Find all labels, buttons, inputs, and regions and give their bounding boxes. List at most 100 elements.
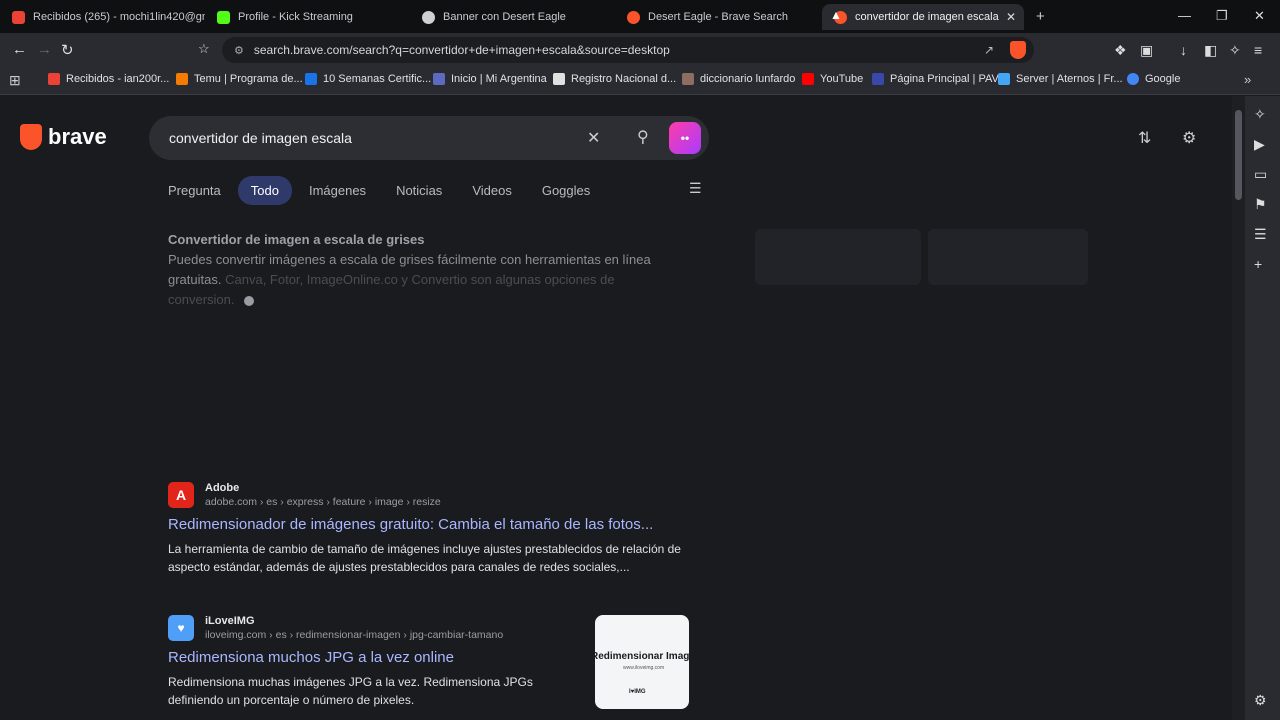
bookmark-item[interactable]: Server | Aternos | Fr... — [998, 73, 1123, 85]
bookmark-label: Página Principal | PAV — [890, 73, 999, 85]
thumbnail-site: www.iloveimg.com — [623, 665, 665, 671]
bookmark-item[interactable]: Inicio | Mi Argentina — [433, 73, 547, 85]
tab-title: Profile - Kick Streaming — [238, 11, 353, 23]
result-description: La herramienta de cambio de tamaño de im… — [168, 542, 681, 574]
tab-goggles[interactable]: Goggles — [542, 183, 590, 198]
bookmark-item[interactable]: Temu | Programa de... — [176, 73, 303, 85]
search-tabs: Pregunta Todo Imágenes Noticias Videos G… — [168, 175, 620, 205]
apps-grid-icon[interactable]: ⊞ — [9, 72, 21, 89]
iloveimg-icon: ♥ — [168, 615, 194, 641]
bookmark-icon[interactable]: ☆ — [198, 41, 210, 57]
address-bar[interactable]: ⚙ search.brave.com/search?q=convertidor+… — [222, 37, 1034, 63]
download-icon[interactable]: ↓ — [1180, 42, 1187, 58]
bookmark-item[interactable]: Página Principal | PAV — [872, 73, 999, 85]
search-query: convertidor de imagen escala — [169, 130, 352, 146]
search-page: brave convertidor de imagen escala ✕ ⚲ •… — [0, 96, 1230, 720]
reading-list-icon[interactable]: ☰ — [1254, 226, 1267, 243]
loading-placeholder — [755, 229, 921, 285]
adobe-icon: A — [168, 482, 194, 508]
result-url[interactable]: iloveimg.com › es › redimensionar-imagen… — [205, 629, 503, 641]
tab-title: convertidor de imagen escala - B — [855, 11, 1000, 23]
chatgpt-icon — [422, 10, 435, 24]
close-window-icon[interactable]: ✕ — [1254, 8, 1265, 24]
bookmarks-panel-icon[interactable]: ⚑ — [1254, 196, 1267, 213]
bookmark-item[interactable]: diccionario lunfardo — [682, 73, 795, 85]
brave-sidebar: ✧ ▶ ▭ ⚑ ☰ + ⚙ — [1245, 96, 1280, 720]
browser-tab[interactable]: Banner con Desert Eagle — [410, 4, 615, 30]
result-description: Redimensiona muchas imágenes JPG a la ve… — [168, 675, 533, 707]
result-thumbnail[interactable]: Redimensionar Imagen www.iloveimg.com I♥… — [595, 615, 689, 709]
youtube-icon — [802, 73, 814, 85]
browser-tab[interactable]: Recibidos (265) - mochi1lin420@gm — [0, 4, 205, 30]
url-text: search.brave.com/search?q=convertidor+de… — [253, 43, 670, 57]
result-url[interactable]: adobe.com › es › express › feature › ima… — [205, 496, 441, 508]
minimize-icon[interactable]: — — [1178, 8, 1191, 23]
back-icon[interactable]: ← — [12, 41, 27, 58]
more-bookmarks-icon[interactable]: » — [1244, 72, 1251, 87]
bookmark-label: Server | Aternos | Fr... — [1016, 73, 1123, 85]
tab-imagenes[interactable]: Imágenes — [309, 183, 366, 198]
site-info-icon[interactable]: ⚙ — [234, 44, 244, 57]
bookmark-item[interactable]: Recibidos - ian200r... — [48, 73, 169, 85]
reload-icon[interactable]: ↻ — [61, 41, 74, 59]
close-tab-icon[interactable]: ✕ — [1006, 10, 1016, 24]
leo-ai-icon[interactable]: ✧ — [1229, 42, 1241, 59]
brave-logo[interactable]: brave — [20, 124, 107, 150]
filters-icon[interactable]: ☰ — [689, 180, 702, 197]
tab-noticias[interactable]: Noticias — [396, 183, 442, 198]
tab-todo[interactable]: Todo — [237, 175, 292, 205]
search-icon[interactable]: ⚲ — [637, 127, 649, 147]
tab-videos[interactable]: Videos — [472, 183, 512, 198]
thumbnail-logo: I♥IMG — [629, 689, 646, 695]
search-input[interactable]: convertidor de imagen escala ✕ ⚲ •• — [149, 116, 709, 160]
dictionary-icon — [682, 73, 694, 85]
clear-icon[interactable]: ✕ — [587, 128, 600, 148]
extensions-icon[interactable]: ❖ — [1114, 42, 1127, 59]
gmail-icon — [48, 73, 60, 85]
brave-shields-icon[interactable] — [1010, 41, 1026, 59]
scroll-thumb[interactable] — [1235, 110, 1242, 200]
leo-ai-icon[interactable]: ✧ — [1254, 106, 1266, 123]
course-icon — [305, 73, 317, 85]
settings-icon[interactable]: ⚙ — [1182, 128, 1196, 148]
browser-tab[interactable]: Desert Eagle - Brave Search — [615, 4, 820, 30]
bookmark-item[interactable]: 10 Semanas Certific... — [305, 73, 431, 85]
sort-icon[interactable]: ⇅ — [1138, 128, 1151, 148]
sidebar-settings-icon[interactable]: ⚙ — [1254, 692, 1267, 709]
media-icon[interactable]: ▶ — [1254, 136, 1265, 153]
bookmark-label: YouTube — [820, 73, 864, 85]
registro-icon — [553, 73, 565, 85]
add-panel-icon[interactable]: + — [1254, 256, 1262, 272]
bookmark-item[interactable]: Registro Nacional d... — [553, 73, 676, 85]
wallet-icon[interactable]: ▭ — [1254, 166, 1267, 183]
result-title[interactable]: Redimensionador de imágenes gratuito: Ca… — [168, 516, 653, 533]
loading-dot — [244, 295, 255, 306]
forward-icon[interactable]: → — [37, 41, 52, 58]
google-icon — [1127, 73, 1139, 85]
result-title[interactable]: Redimensiona muchos JPG a la vez online — [168, 649, 454, 666]
temu-icon — [176, 73, 188, 85]
brand-name: brave — [48, 124, 107, 149]
reader-icon[interactable]: ▣ — [1140, 42, 1153, 59]
browser-tab-active[interactable]: convertidor de imagen escala - B ✕ — [822, 4, 1024, 30]
maximize-icon[interactable]: ❐ — [1216, 8, 1228, 24]
sidebar-icon[interactable]: ◧ — [1204, 42, 1217, 59]
search-result: A Adobe adobe.com › es › express › featu… — [168, 482, 698, 582]
result-site: Adobe — [205, 482, 240, 494]
bookmark-item[interactable]: YouTube — [802, 73, 863, 85]
share-icon[interactable]: ↗ — [984, 43, 994, 57]
tab-pregunta[interactable]: Pregunta — [168, 183, 221, 198]
loading-placeholder — [928, 229, 1088, 285]
thumbnail-title: Redimensionar Imagen — [595, 651, 689, 662]
menu-icon[interactable]: ≡ — [1254, 42, 1262, 58]
browser-tab[interactable]: Profile - Kick Streaming — [205, 4, 410, 30]
new-tab-button[interactable]: + — [1036, 8, 1045, 25]
ai-answer-button[interactable]: •• — [669, 122, 701, 154]
brave-search-icon — [627, 10, 640, 24]
answer-text: Puedes convertir imágenes a escala de gr… — [168, 250, 668, 310]
page-scrollbar[interactable] — [1232, 96, 1245, 720]
search-result: ♥ iLoveIMG iloveimg.com › es › redimensi… — [168, 615, 698, 715]
gmail-icon — [12, 10, 25, 24]
result-site: iLoveIMG — [205, 615, 255, 627]
bookmark-item[interactable]: Google — [1127, 73, 1180, 85]
